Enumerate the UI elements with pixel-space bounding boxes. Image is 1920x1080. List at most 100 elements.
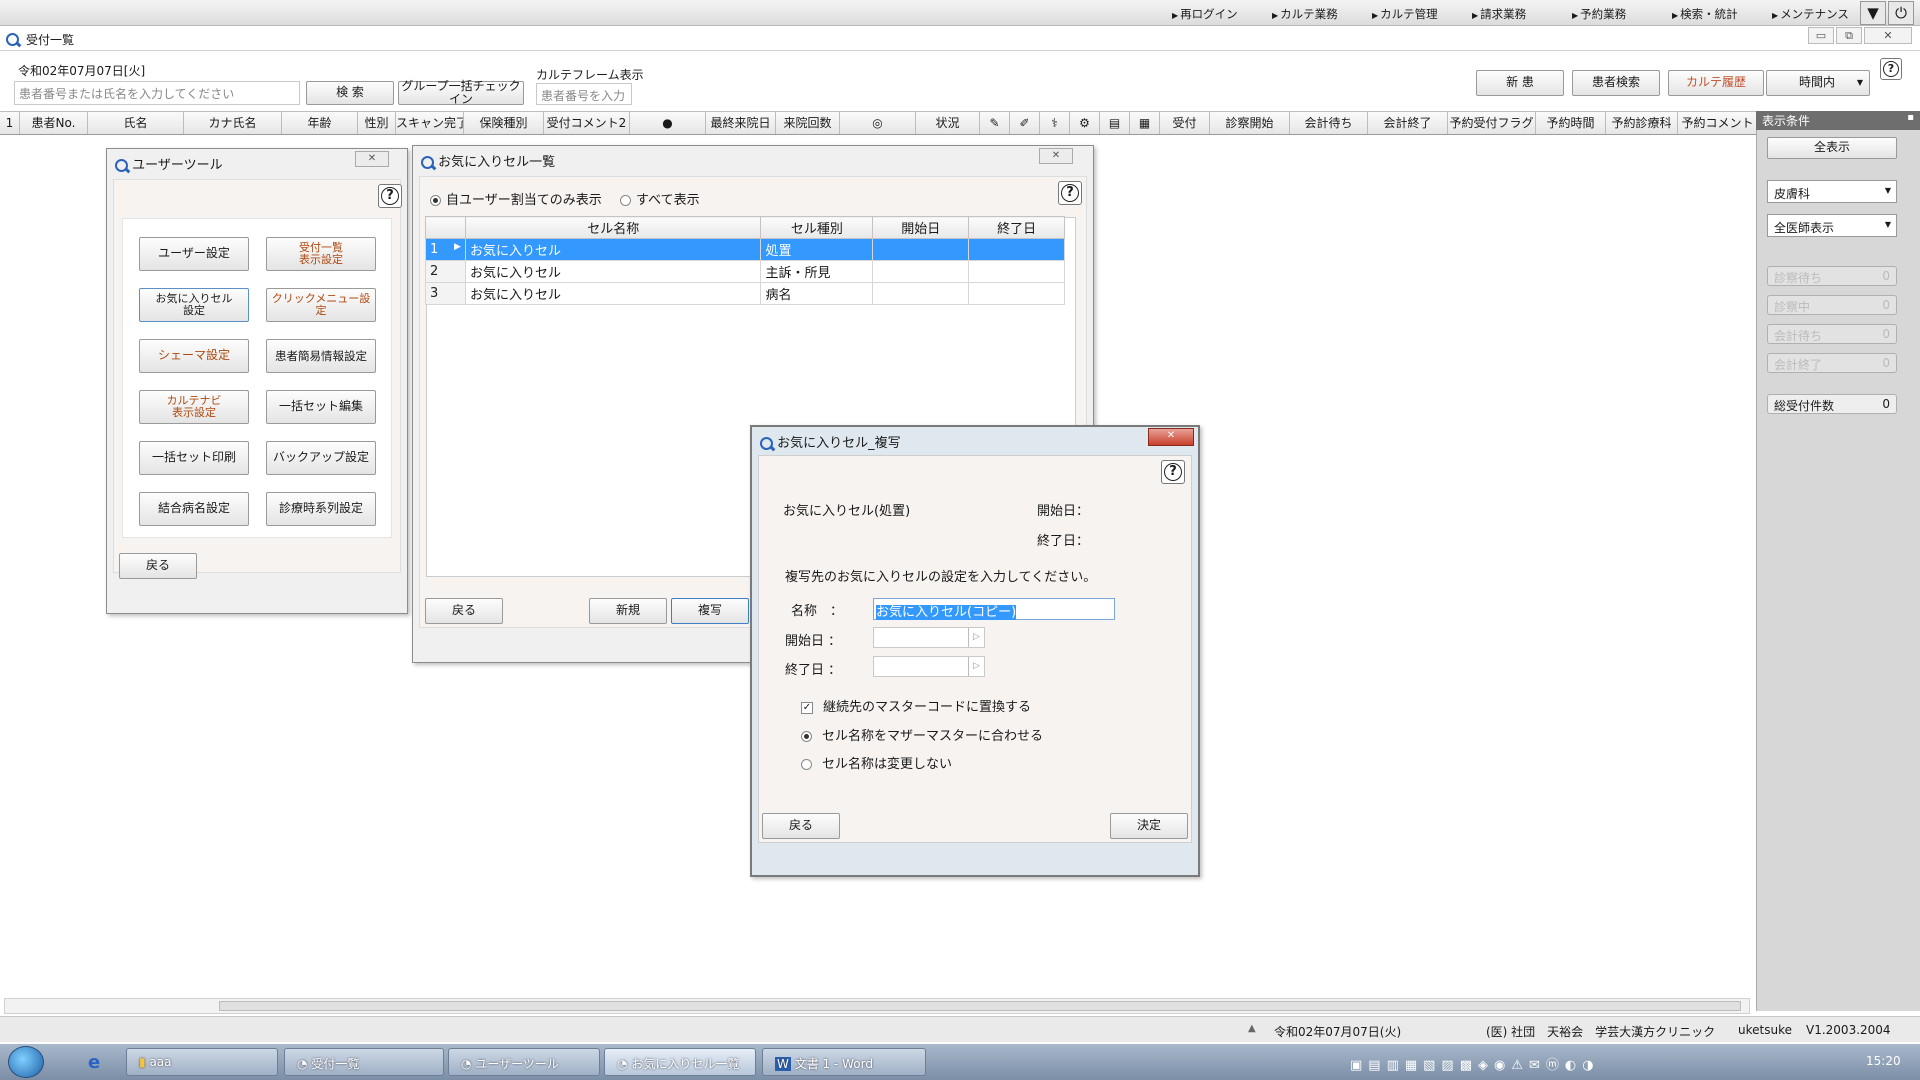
menu-search-stats[interactable]: 検索・統計 xyxy=(1672,6,1738,22)
cell-end[interactable] xyxy=(968,260,1065,283)
document-icon[interactable]: ▤ xyxy=(1100,112,1130,134)
column-header[interactable]: セル名称 xyxy=(464,216,762,239)
column-header[interactable]: 受付 xyxy=(1160,112,1210,134)
menu-reservation[interactable]: 予約業務 xyxy=(1572,6,1626,22)
scan-icon[interactable]: ◎ xyxy=(840,112,916,134)
cell-start[interactable] xyxy=(872,260,970,283)
radio-keep-name[interactable]: セル名称は変更しない xyxy=(801,753,952,772)
radio-empty-icon[interactable] xyxy=(801,759,812,770)
cell-name[interactable]: お気に入りセル xyxy=(464,260,762,283)
menu-karte-work[interactable]: カルテ業務 xyxy=(1272,6,1338,22)
column-header[interactable]: 会計待ち xyxy=(1290,112,1368,134)
radio-selected-icon[interactable] xyxy=(801,731,812,742)
menu-billing[interactable]: 請求業務 xyxy=(1472,6,1526,22)
user-settings-button[interactable]: ユーザー設定 xyxy=(139,237,249,271)
cell-end[interactable] xyxy=(968,238,1065,261)
radio-match-mother-master[interactable]: セル名称をマザーマスターに合わせる xyxy=(801,725,1043,744)
task-folder[interactable]: ▮ aaa xyxy=(126,1048,278,1076)
chevron-down-icon[interactable]: ▼ xyxy=(1860,1,1886,25)
menu-relogin[interactable]: 再ログイン xyxy=(1172,6,1238,22)
menu-karte-manage[interactable]: カルテ管理 xyxy=(1372,6,1438,22)
reception-display-settings-button[interactable]: 受付一覧 表示設定 xyxy=(266,237,376,271)
checkbox-checked-icon[interactable]: ✓ xyxy=(801,701,813,714)
system-tray-icons[interactable]: ▣▤▥▦▧▨▩◈◉⚠✉ⓜ◐◑ xyxy=(1350,1054,1600,1073)
column-header[interactable]: 保険種別 xyxy=(464,112,544,134)
column-header[interactable]: 予約診療科 xyxy=(1606,112,1678,134)
radio-empty-icon[interactable] xyxy=(620,195,631,206)
back-button[interactable]: 戻る xyxy=(425,598,503,624)
combined-disease-settings-button[interactable]: 結合病名設定 xyxy=(139,492,249,526)
click-menu-settings-button[interactable]: クリックメニュー設定 xyxy=(266,288,376,322)
person-icon[interactable]: ● xyxy=(630,112,706,134)
browser-icon[interactable]: e xyxy=(88,1052,100,1073)
chevron-right-icon[interactable]: ▷ xyxy=(968,657,984,676)
power-icon[interactable]: ⏻ xyxy=(1888,1,1914,25)
copy-button[interactable]: 複写 xyxy=(671,598,749,624)
cell-type[interactable]: 病名 xyxy=(760,282,874,305)
menu-maintenance[interactable]: メンテナンス xyxy=(1772,6,1849,22)
table-row[interactable]: 3 お気に入りセル 病名 xyxy=(425,282,1065,305)
help-icon[interactable]: ? xyxy=(1058,181,1082,205)
column-header[interactable]: 来院回数 xyxy=(776,112,840,134)
help-icon[interactable]: ? xyxy=(378,184,402,208)
back-button[interactable]: 戻る xyxy=(119,553,197,579)
column-header[interactable]: 会計終了 xyxy=(1368,112,1448,134)
replace-master-checkbox[interactable]: ✓ 継続先のマスターコードに置換する xyxy=(801,696,1031,715)
group-checkin-button[interactable]: グループ一括チェックイン xyxy=(398,79,524,106)
patient-info-settings-button[interactable]: 患者簡易情報設定 xyxy=(266,339,376,373)
patient-search-button[interactable]: 患者検索 xyxy=(1572,70,1660,96)
close-icon[interactable]: ✕ xyxy=(1864,27,1912,44)
cell-start[interactable] xyxy=(872,238,970,261)
new-patient-button[interactable]: 新 患 xyxy=(1476,70,1564,96)
task-reception[interactable]: ◔ 受付一覧 xyxy=(284,1048,444,1076)
radio-show-all[interactable]: すべて表示 xyxy=(620,189,700,208)
scrollbar-thumb[interactable] xyxy=(219,1001,1741,1011)
column-header[interactable]: 予約受付フラグ xyxy=(1448,112,1536,134)
column-header[interactable]: 予約時間 xyxy=(1536,112,1606,134)
column-header[interactable]: 診察開始 xyxy=(1210,112,1290,134)
back-button[interactable]: 戻る xyxy=(762,813,840,839)
pin-icon[interactable]: ▪ xyxy=(1907,112,1914,123)
column-header[interactable]: 最終来院日 xyxy=(706,112,776,134)
start-date-field[interactable]: ▷ xyxy=(873,627,985,648)
column-header[interactable]: セル種別 xyxy=(760,216,874,239)
column-header[interactable]: 開始日 xyxy=(872,216,970,239)
confirm-button[interactable]: 決定 xyxy=(1110,813,1188,839)
favorite-cell-settings-button[interactable]: お気に入りセル 設定 xyxy=(139,288,249,322)
new-button[interactable]: 新規 xyxy=(589,598,667,624)
horizontal-scrollbar[interactable] xyxy=(4,998,1750,1014)
help-icon[interactable]: ? xyxy=(1161,460,1185,484)
show-all-button[interactable]: 全表示 xyxy=(1767,137,1897,159)
schema-settings-button[interactable]: シェーマ設定 xyxy=(139,339,249,373)
column-header[interactable]: 終了日 xyxy=(968,216,1065,239)
task-favorite-cells[interactable]: ◔ お気に入りセル一覧 xyxy=(604,1048,756,1076)
name-field[interactable]: お気に入りセル(コピー) xyxy=(873,598,1115,620)
end-date-field[interactable]: ▷ xyxy=(873,656,985,677)
cell-type[interactable]: 処置 xyxy=(760,238,874,261)
patient-number-input[interactable]: 患者番号を入力 xyxy=(536,83,632,105)
column-header[interactable]: 氏名 xyxy=(88,112,184,134)
cell-type[interactable]: 主訴・所見 xyxy=(760,260,874,283)
help-icon[interactable]: ? xyxy=(1880,58,1902,80)
task-word[interactable]: W 文書 1 - Word xyxy=(762,1048,926,1076)
bulk-set-print-button[interactable]: 一括セット印刷 xyxy=(139,441,249,475)
calculator-icon[interactable]: ▦ xyxy=(1130,112,1160,134)
stamp-icon[interactable]: ⚙ xyxy=(1070,112,1100,134)
minimize-icon[interactable]: ▭ xyxy=(1808,27,1834,44)
start-button-icon[interactable] xyxy=(8,1046,44,1078)
column-header[interactable]: 受付コメント2 xyxy=(544,112,630,134)
column-header[interactable]: 性別 xyxy=(358,112,396,134)
pill-icon[interactable]: ⚕ xyxy=(1040,112,1070,134)
search-input[interactable]: 患者番号または氏名を入力してください xyxy=(14,81,300,105)
pen-icon[interactable]: ✐ xyxy=(1010,112,1040,134)
column-header[interactable]: 予約コメント xyxy=(1678,112,1758,134)
close-icon[interactable]: ✕ xyxy=(1039,148,1073,164)
task-user-tool[interactable]: ◔ ユーザーツール xyxy=(448,1048,600,1076)
column-header[interactable]: 状況 xyxy=(916,112,980,134)
table-row[interactable]: 2 お気に入りセル 主訴・所見 xyxy=(425,260,1065,283)
table-row[interactable]: 1 ▶ お気に入りセル 処置 xyxy=(425,238,1065,261)
cell-name[interactable]: お気に入りセル xyxy=(464,282,762,305)
cell-start[interactable] xyxy=(872,282,970,305)
cell-name[interactable]: お気に入りセル xyxy=(464,238,762,261)
treatment-timeline-settings-button[interactable]: 診療時系列設定 xyxy=(266,492,376,526)
